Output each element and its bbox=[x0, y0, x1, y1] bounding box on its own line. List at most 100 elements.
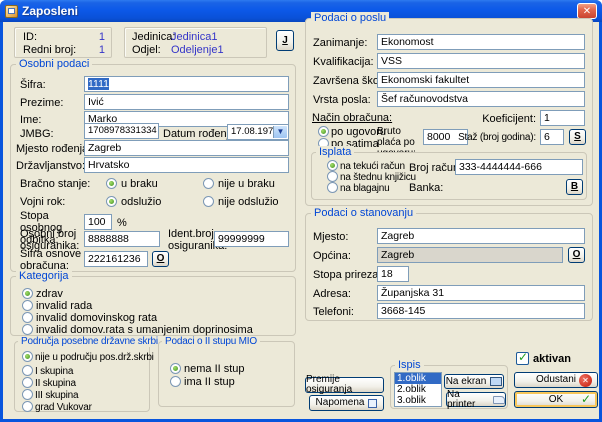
ispis-listbox[interactable]: 1.oblik 2.oblik 3.oblik bbox=[394, 372, 442, 407]
nije-u-podrucju-label[interactable]: nije u području pos.drž.skrbi bbox=[35, 352, 154, 363]
list-item[interactable]: 1.oblik bbox=[395, 373, 441, 384]
stopa-odbitka-unit: % bbox=[117, 217, 127, 229]
ima-ii-stup-label[interactable]: ima II stup bbox=[184, 376, 235, 388]
ima-ii-stup-radio[interactable] bbox=[170, 376, 181, 387]
prezime-input[interactable]: Ivić bbox=[84, 94, 289, 110]
ispis-title: Ispis bbox=[395, 359, 424, 371]
i-skupina-radio[interactable] bbox=[22, 365, 33, 376]
zavrsena-skola-input[interactable]: Ekonomski fakultet bbox=[377, 72, 585, 88]
u-braku-label[interactable]: u braku bbox=[121, 178, 158, 190]
zdrav-radio[interactable] bbox=[22, 288, 33, 299]
na-blagajnu-radio[interactable] bbox=[327, 182, 338, 193]
sifra-value: 1111 bbox=[88, 78, 109, 90]
nema-ii-stup-label[interactable]: nema II stup bbox=[184, 363, 245, 375]
jedinica-label: Jedinica: bbox=[132, 31, 175, 43]
na-stednu-knjizicu-radio[interactable] bbox=[327, 171, 338, 182]
ident-broj-input[interactable]: 99999999 bbox=[214, 231, 289, 247]
kvalifikacija-label: Kvalifikacija: bbox=[313, 56, 374, 68]
stopa-prireza-input[interactable]: 18 bbox=[377, 266, 409, 282]
na-stednu-knjizicu-label[interactable]: na štednu knjižicu bbox=[340, 172, 416, 183]
sifra-osnove-input[interactable]: 222161236 bbox=[84, 251, 148, 267]
aktivan-checkbox[interactable]: ✓ bbox=[516, 352, 529, 365]
close-button[interactable]: ✕ bbox=[577, 3, 597, 19]
mjesto-rodjenja-input[interactable]: Zagreb bbox=[84, 140, 289, 156]
telefoni-input[interactable]: 3668-145 bbox=[377, 303, 585, 319]
invalid-domovinskog-radio[interactable] bbox=[22, 312, 33, 323]
nema-ii-stup-radio[interactable] bbox=[170, 363, 181, 374]
nije-u-podrucju-radio[interactable] bbox=[22, 351, 33, 362]
mjesto-input[interactable]: Zagreb bbox=[377, 228, 585, 244]
grad-vukovar-radio[interactable] bbox=[22, 401, 33, 412]
i-skupina-label[interactable]: I skupina bbox=[35, 366, 73, 377]
nije-odsluzio-radio[interactable] bbox=[203, 196, 214, 207]
chevron-down-icon[interactable]: ▼ bbox=[273, 126, 287, 138]
invalid-domovinskog-label[interactable]: invalid domovinskog rata bbox=[36, 312, 157, 324]
kategorija-title: Kategorija bbox=[16, 270, 72, 282]
na-tekuci-racun-radio[interactable] bbox=[327, 160, 338, 171]
banka-lookup-button[interactable]: B bbox=[566, 179, 583, 195]
drzavljanstvo-input[interactable]: Hrvatsko bbox=[84, 157, 289, 173]
bracno-stanje-label: Bračno stanje: bbox=[20, 178, 90, 190]
iii-skupina-label[interactable]: III skupina bbox=[35, 390, 78, 401]
sifra-input[interactable]: 1111 bbox=[84, 76, 289, 92]
na-tekuci-racun-label[interactable]: na tekući račun bbox=[340, 161, 405, 172]
nije-odsluzio-label[interactable]: nije odslužio bbox=[218, 196, 279, 208]
redni-broj-value: 1 bbox=[71, 44, 105, 56]
app-icon bbox=[5, 5, 18, 18]
napomena-button[interactable]: Napomena bbox=[309, 395, 384, 411]
opcina-label: Općina: bbox=[313, 250, 351, 262]
aktivan-label[interactable]: aktivan bbox=[533, 353, 571, 365]
jedinica-value: Jedinica1 bbox=[171, 31, 217, 43]
telefoni-label: Telefoni: bbox=[313, 306, 354, 318]
odustani-label: Odustani bbox=[536, 375, 576, 385]
odustani-button[interactable]: Odustani ✕ bbox=[514, 372, 598, 388]
opcina-lookup-button[interactable]: O bbox=[568, 247, 585, 263]
sifra-osnove-label: Šifra osnove obračuna: bbox=[20, 248, 84, 272]
broj-racuna-input[interactable]: 333-4444444-666 bbox=[455, 159, 583, 175]
vojni-rok-label: Vojni rok: bbox=[20, 196, 65, 208]
ok-button[interactable]: OK ✓ bbox=[514, 391, 598, 408]
grad-vukovar-label[interactable]: grad Vukovar bbox=[35, 402, 92, 413]
u-braku-radio[interactable] bbox=[106, 178, 117, 189]
premije-osiguranja-button[interactable]: Premije osiguranja bbox=[305, 377, 384, 393]
list-item[interactable]: 2.oblik bbox=[395, 384, 441, 395]
jedinica-panel: Jedinica: Jedinica1 Odjel: Odeljenje1 bbox=[124, 27, 267, 58]
ii-skupina-label[interactable]: II skupina bbox=[35, 378, 76, 389]
jedinica-lookup-button[interactable]: J bbox=[276, 30, 294, 51]
invalid-domov-umanjeni-radio[interactable] bbox=[22, 324, 33, 335]
zanimanje-input[interactable]: Ekonomost bbox=[377, 34, 585, 50]
invalid-domov-umanjeni-label[interactable]: invalid domov.rata s umanjenim doprinosi… bbox=[36, 324, 253, 336]
adresa-input[interactable]: Županjska 31 bbox=[377, 285, 585, 301]
invalid-rada-label[interactable]: invalid rada bbox=[36, 300, 92, 312]
list-item[interactable]: 3.oblik bbox=[395, 395, 441, 406]
koeficijent-input[interactable]: 1 bbox=[540, 110, 585, 126]
na-printer-button[interactable]: Na printer bbox=[446, 392, 506, 407]
po-ugovoru-radio[interactable] bbox=[318, 126, 329, 137]
na-ekran-button[interactable]: Na ekran bbox=[444, 374, 504, 389]
stopa-odbitka-input[interactable]: 100 bbox=[84, 214, 112, 230]
adresa-label: Adresa: bbox=[313, 288, 351, 300]
iii-skupina-radio[interactable] bbox=[22, 389, 33, 400]
jmbg-input[interactable]: 1708978331334 bbox=[84, 123, 159, 139]
staz-input[interactable]: 6 bbox=[540, 129, 564, 145]
datum-rodjenja-combo[interactable]: 17.08.1978 ▼ bbox=[227, 124, 289, 140]
zdrav-label[interactable]: zdrav bbox=[36, 288, 63, 300]
odjel-value: Odeljenje1 bbox=[171, 44, 224, 56]
osobni-broj-input[interactable]: 8888888 bbox=[84, 231, 160, 247]
drzavljanstvo-label: Državljanstvo: bbox=[16, 160, 85, 172]
na-blagajnu-label[interactable]: na blagajnu bbox=[340, 183, 390, 194]
nije-u-braku-radio[interactable] bbox=[203, 178, 214, 189]
zanimanje-label: Zanimanje: bbox=[313, 37, 367, 49]
invalid-rada-radio[interactable] bbox=[22, 300, 33, 311]
window-title: Zaposleni bbox=[22, 4, 78, 18]
kvalifikacija-input[interactable]: VSS bbox=[377, 53, 585, 69]
vrsta-posla-input[interactable]: Šef računovodstva bbox=[377, 91, 585, 107]
odsluzio-label[interactable]: odslužio bbox=[121, 196, 161, 208]
nije-u-braku-label[interactable]: nije u braku bbox=[218, 178, 275, 190]
ii-skupina-radio[interactable] bbox=[22, 377, 33, 388]
staz-lookup-button[interactable]: S bbox=[569, 129, 586, 145]
osnova-lookup-button[interactable]: O bbox=[152, 251, 169, 267]
koeficijent-label: Koeficijent: bbox=[460, 113, 536, 125]
odsluzio-radio[interactable] bbox=[106, 196, 117, 207]
printer-icon bbox=[493, 396, 505, 404]
